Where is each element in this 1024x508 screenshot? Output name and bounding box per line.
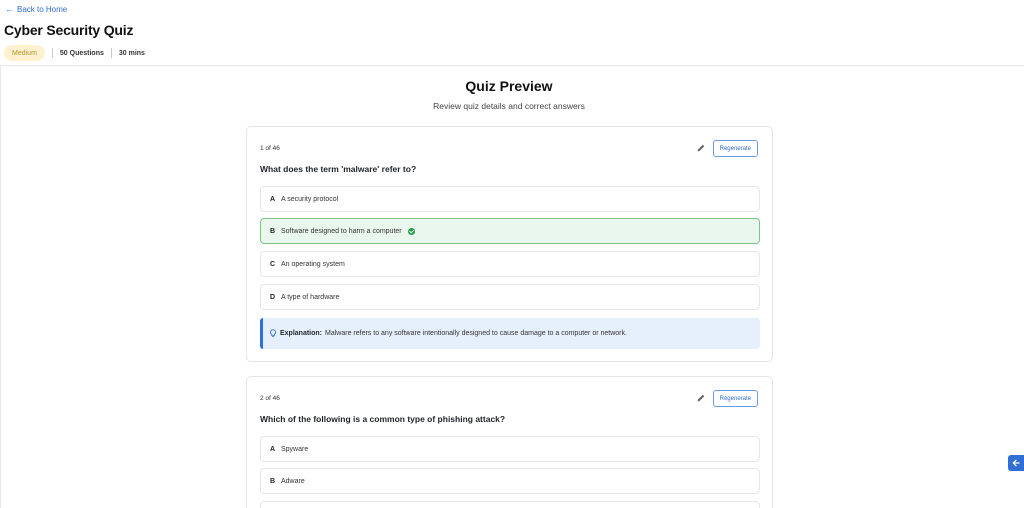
answer-option-a[interactable]: A A security protocol	[260, 186, 760, 212]
explanation-label: Explanation:	[280, 330, 323, 337]
option-letter: D	[270, 293, 276, 301]
quiz-meta: Medium 50 Questions 30 mins	[4, 45, 145, 61]
collapse-panel-button[interactable]	[1008, 455, 1024, 471]
pencil-icon[interactable]	[696, 393, 706, 403]
preview-title: Quiz Preview	[465, 78, 553, 94]
back-to-home-link[interactable]: ← Back to Home	[5, 4, 68, 15]
preview-subtitle: Review quiz details and correct answers	[433, 101, 585, 111]
divider	[110, 48, 112, 58]
option-letter: B	[270, 227, 276, 235]
option-text: A security protocol	[281, 195, 339, 203]
option-text: Spyware	[281, 445, 309, 453]
option-letter: A	[270, 445, 276, 453]
content-left-border	[0, 66, 1, 508]
page-title: Cyber Security Quiz	[4, 22, 134, 38]
option-text: An operating system	[281, 260, 345, 268]
option-text: Software designed to harm a computer	[281, 227, 402, 235]
answer-option-b[interactable]: B Software designed to harm a computer	[260, 218, 760, 244]
arrow-left-icon: ←	[5, 4, 14, 14]
question-card: 1 of 46 Regenerate What does the term 'm…	[246, 126, 773, 362]
duration: 30 mins	[118, 49, 145, 57]
explanation-box: Explanation: Malware refers to any softw…	[260, 318, 760, 349]
question-text: What does the term 'malware' refer to?	[260, 164, 417, 174]
back-to-home-label: Back to Home	[17, 5, 68, 14]
difficulty-badge: Medium	[4, 45, 45, 61]
lightbulb-icon	[270, 329, 276, 337]
check-circle-icon	[407, 227, 415, 235]
question-counter: 2 of 46	[260, 395, 280, 402]
option-letter: B	[270, 477, 276, 485]
regenerate-button[interactable]: Regenerate	[712, 140, 758, 157]
option-letter: C	[270, 260, 276, 268]
arrow-left-icon	[1012, 459, 1020, 467]
regenerate-button[interactable]: Regenerate	[712, 390, 758, 407]
question-card: 2 of 46 Regenerate Which of the followin…	[246, 376, 773, 508]
page-header: ← Back to Home Cyber Security Quiz Mediu…	[0, 0, 1024, 66]
answer-option-b[interactable]: B Adware	[260, 468, 760, 494]
answer-option-c[interactable]: C An operating system	[260, 251, 760, 277]
divider	[51, 48, 53, 58]
question-counter: 1 of 46	[260, 145, 280, 152]
option-text: A type of hardware	[281, 293, 340, 301]
question-text: Which of the following is a common type …	[260, 414, 506, 424]
answer-option-a[interactable]: A Spyware	[260, 436, 760, 462]
answer-option-c[interactable]	[260, 501, 760, 508]
explanation-text: Malware refers to any software intention…	[325, 330, 627, 337]
option-letter: A	[270, 195, 276, 203]
option-text: Adware	[281, 477, 305, 485]
answer-option-d[interactable]: D A type of hardware	[260, 284, 760, 310]
pencil-icon[interactable]	[696, 143, 706, 153]
questions-count: 50 Questions	[59, 49, 104, 57]
